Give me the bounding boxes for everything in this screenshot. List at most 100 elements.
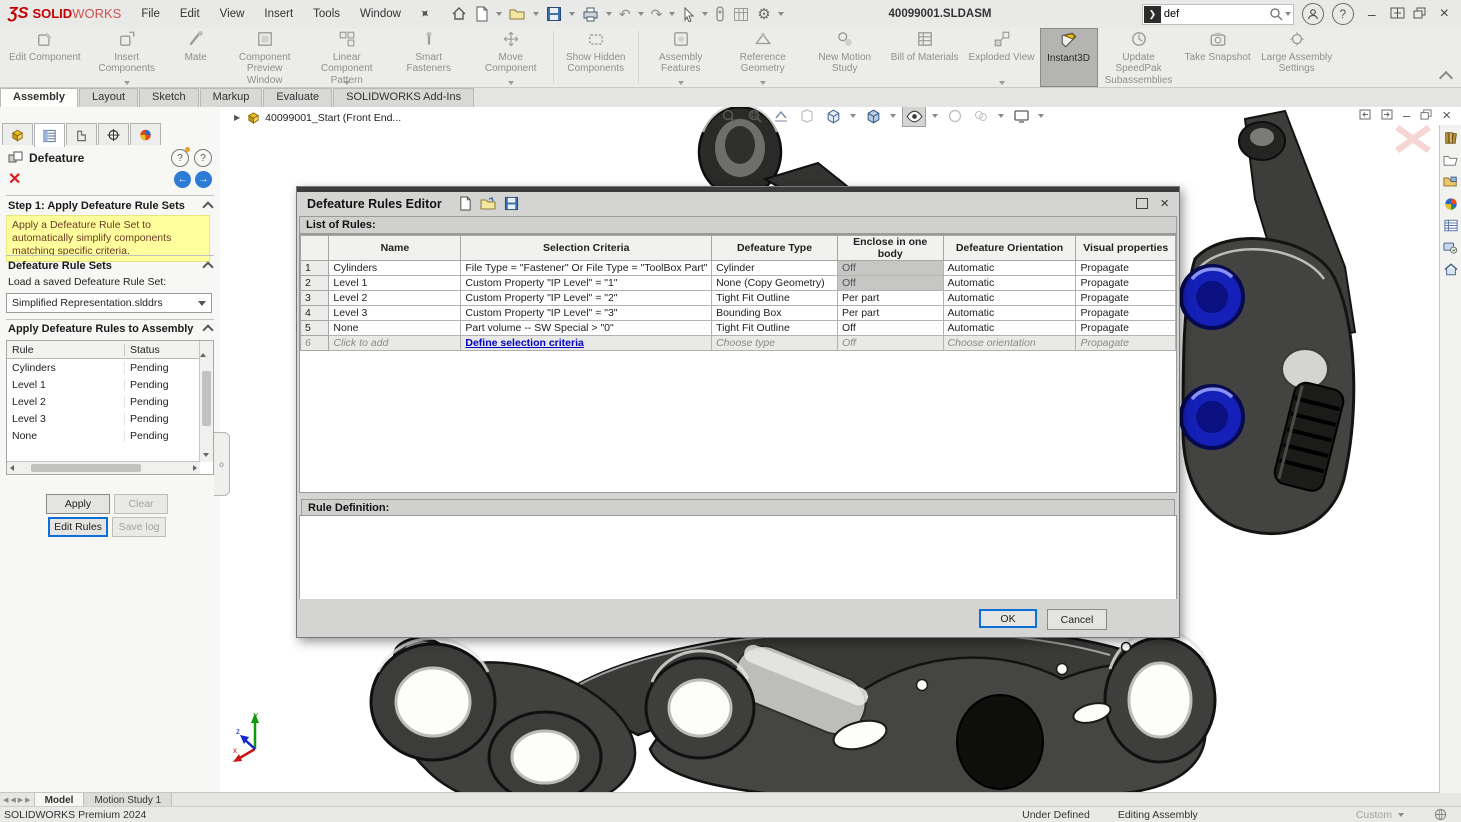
cancel-button[interactable]: Cancel xyxy=(1047,609,1107,630)
ok-button[interactable]: OK xyxy=(979,609,1037,628)
tags-globe-icon[interactable] xyxy=(1434,808,1447,821)
apply-button[interactable]: Apply xyxy=(46,494,110,514)
enclose-cell[interactable]: Off xyxy=(837,336,943,351)
open-icon[interactable] xyxy=(506,3,529,25)
open-dropdown-caret[interactable] xyxy=(533,12,539,16)
redo-icon[interactable]: ↷ xyxy=(648,3,666,25)
tab-markup[interactable]: Markup xyxy=(200,88,263,107)
ribbon-edit-component[interactable]: Edit Component xyxy=(4,28,86,87)
ribbon-component-preview-window[interactable]: Component Preview Window xyxy=(224,28,306,87)
dimxpert-tab[interactable] xyxy=(98,123,129,145)
redo-dropdown-caret[interactable] xyxy=(669,12,675,16)
selection-criteria-cell[interactable]: File Type = "Fastener" Or File Type = "T… xyxy=(461,261,712,276)
define-selection-criteria-link[interactable]: Define selection criteria xyxy=(465,337,583,349)
orientation-cell[interactable]: Automatic xyxy=(943,321,1076,336)
choose-orientation-cell[interactable]: Choose orientation xyxy=(943,336,1076,351)
menu-tools[interactable]: Tools xyxy=(303,4,350,24)
visual-properties-cell[interactable]: Propagate xyxy=(1076,291,1176,306)
apply-rules-section-header[interactable]: Apply Defeature Rules to Assembly xyxy=(8,323,212,335)
window-restore-icon[interactable] xyxy=(1413,7,1426,22)
view-settings-caret[interactable] xyxy=(1038,114,1044,118)
dropdown-caret[interactable] xyxy=(678,81,684,85)
rule-row[interactable]: Level 2Pending xyxy=(7,393,213,410)
save-log-button[interactable]: Save log xyxy=(112,517,166,537)
rules-horizontal-scrollbar[interactable] xyxy=(7,461,200,474)
col-header-selection-criteria[interactable]: Selection Criteria xyxy=(461,236,712,261)
configurations-tab[interactable] xyxy=(66,123,97,145)
rule-definition-area[interactable] xyxy=(299,515,1177,603)
options-dropdown-caret[interactable] xyxy=(778,12,784,16)
tab-layout[interactable]: Layout xyxy=(79,88,138,107)
visual-properties-cell[interactable]: Propagate xyxy=(1076,261,1176,276)
menu-view[interactable]: View xyxy=(210,4,255,24)
col-header-orientation[interactable]: Defeature Orientation xyxy=(943,236,1076,261)
ribbon-linear-component-pattern[interactable]: Linear Component Pattern xyxy=(306,28,388,87)
rule-name-cell[interactable]: Level 2 xyxy=(329,291,461,306)
appearances-tab[interactable] xyxy=(130,123,161,145)
ribbon-exploded-view[interactable]: Exploded View xyxy=(964,28,1040,87)
rule-column-header[interactable]: Rule xyxy=(7,344,125,356)
tab-evaluate[interactable]: Evaluate xyxy=(263,88,332,107)
zoom-to-area-icon[interactable] xyxy=(744,107,766,126)
options-gear-icon[interactable]: ⚙ xyxy=(754,3,773,25)
home-pane-icon[interactable] xyxy=(1442,261,1459,278)
ruleset-select[interactable]: Simplified Representation.slddrs xyxy=(6,293,212,313)
cancel-x-icon[interactable]: ✕ xyxy=(8,173,21,187)
appearances-scenes-icon[interactable] xyxy=(1442,195,1459,212)
visual-properties-cell[interactable]: Propagate xyxy=(1076,276,1176,291)
rule-row[interactable]: Level 1Pending xyxy=(7,376,213,393)
tab-sketch[interactable]: Sketch xyxy=(139,88,199,107)
view-settings-icon[interactable] xyxy=(1010,107,1032,126)
enclose-cell[interactable]: Off xyxy=(837,276,943,291)
save-ruleset-icon[interactable] xyxy=(502,195,522,213)
dropdown-caret[interactable] xyxy=(508,81,514,85)
search-scope-caret[interactable] xyxy=(1285,12,1291,16)
ribbon-large-assembly-settings[interactable]: Large Assembly Settings xyxy=(1256,28,1338,87)
visual-properties-cell[interactable]: Propagate xyxy=(1076,336,1176,351)
display-style-caret[interactable] xyxy=(890,114,896,118)
user-account-icon[interactable] xyxy=(1302,3,1324,25)
orientation-cell[interactable]: Automatic xyxy=(943,291,1076,306)
ribbon-assembly-features[interactable]: Assembly Features xyxy=(640,28,722,87)
undo-icon[interactable]: ↶ xyxy=(616,3,634,25)
ribbon-instant3d[interactable]: Instant3D xyxy=(1040,28,1098,87)
ribbon-new-motion-study[interactable]: New Motion Study xyxy=(804,28,886,87)
tab-assembly[interactable]: Assembly xyxy=(0,88,78,107)
print-icon[interactable] xyxy=(579,3,602,25)
next-step-icon[interactable]: → xyxy=(195,171,212,188)
resources-icon[interactable] xyxy=(1442,129,1459,146)
col-header-defeature-type[interactable]: Defeature Type xyxy=(712,236,838,261)
rulesets-section-header[interactable]: Defeature Rule Sets xyxy=(8,260,212,272)
selection-criteria-cell[interactable]: Custom Property "IP Level" = "2" xyxy=(461,291,712,306)
previous-step-icon[interactable]: ← xyxy=(174,171,191,188)
feature-tree-tab[interactable] xyxy=(2,123,33,145)
command-search[interactable]: ❯ xyxy=(1142,4,1294,25)
menu-window[interactable]: Window xyxy=(350,4,411,24)
menu-insert[interactable]: Insert xyxy=(254,4,303,24)
display-style-icon[interactable] xyxy=(862,107,884,126)
home-icon[interactable] xyxy=(448,3,470,25)
search-input[interactable] xyxy=(1162,7,1269,21)
ribbon-insert-components[interactable]: Insert Components xyxy=(86,28,168,87)
enclose-cell[interactable]: Per part xyxy=(837,291,943,306)
ribbon-reference-geometry[interactable]: Reference Geometry xyxy=(722,28,804,87)
rule-row[interactable]: NonePending xyxy=(7,427,213,444)
enclose-cell[interactable]: Per part xyxy=(837,306,943,321)
ribbon-collapse-chevron[interactable] xyxy=(1439,71,1453,85)
view-orientation-icon[interactable] xyxy=(822,107,844,126)
view-orientation-caret[interactable] xyxy=(850,114,856,118)
select-cursor-icon[interactable] xyxy=(679,3,698,25)
rule-name-cell[interactable]: Level 3 xyxy=(329,306,461,321)
new-document-icon[interactable] xyxy=(472,3,492,25)
ribbon-update-speedpak[interactable]: Update SpeedPak Subassemblies xyxy=(1098,28,1180,87)
defeature-type-cell[interactable]: Tight Fit Outline xyxy=(712,291,838,306)
clear-button[interactable]: Clear xyxy=(114,494,168,514)
next-tab-icon[interactable]: ▶ xyxy=(18,796,23,804)
col-header-visual[interactable]: Visual properties xyxy=(1076,236,1176,261)
help-icon[interactable]: ? xyxy=(1332,3,1354,25)
rules-vertical-scrollbar[interactable] xyxy=(199,341,213,462)
file-explorer-icon[interactable] xyxy=(1442,173,1459,190)
dock-right-icon[interactable] xyxy=(1381,109,1393,123)
enclose-cell[interactable]: Off xyxy=(837,321,943,336)
defeature-type-cell[interactable]: None (Copy Geometry) xyxy=(712,276,838,291)
